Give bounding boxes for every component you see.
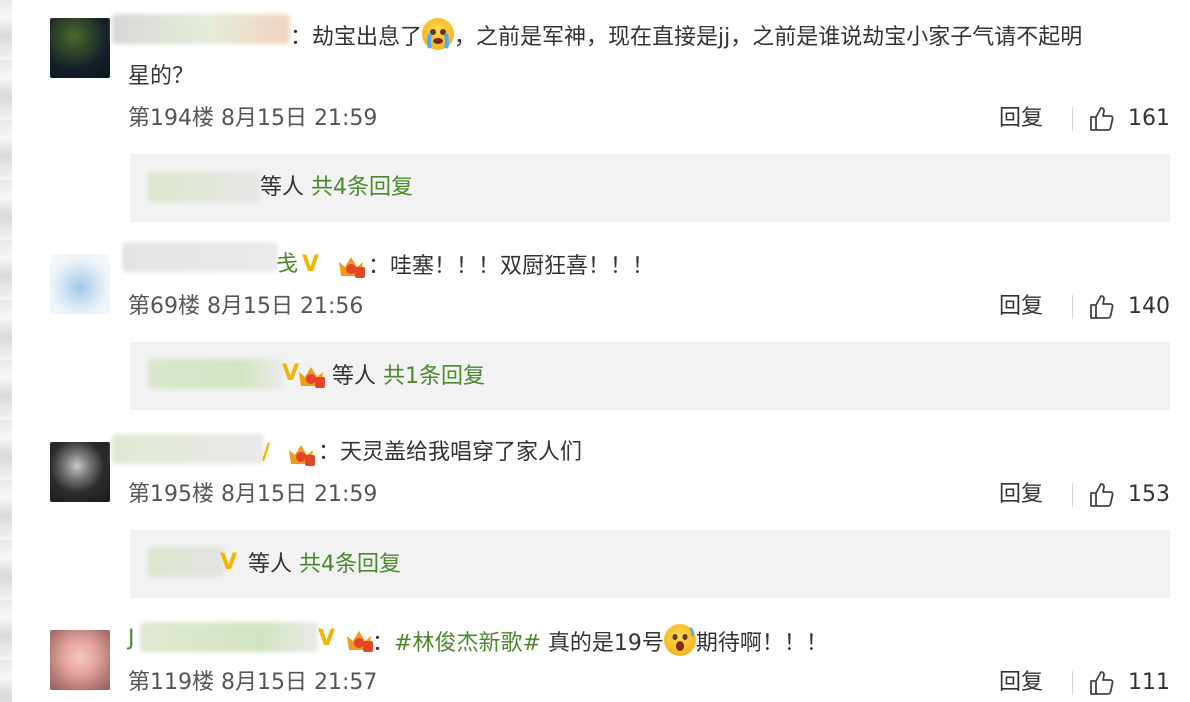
reply-button[interactable]: 回复: [999, 104, 1043, 134]
reply-summary[interactable]: V 等人 共4条回复: [130, 530, 1170, 598]
comment-meta: 第194楼 8月15日 21:59: [128, 104, 377, 134]
view-replies-link[interactable]: 共1条回复: [383, 364, 485, 389]
comment-item: ：劫宝出息了 ，之前是军神，现在直接是jj，之前是谁说劫宝小家子气请不起明 星的…: [0, 0, 1190, 230]
comment-date: 8月15日: [221, 106, 307, 131]
reply-summary-text: 等人 共4条回复: [260, 173, 413, 203]
comment-text-part: 真的是19号: [547, 631, 664, 656]
crown-badge-icon: [347, 631, 373, 652]
divider: [1072, 295, 1073, 319]
comment-text-part: ：劫宝出息了: [290, 25, 423, 50]
comment-colon: ：: [372, 631, 395, 656]
comment-meta: 第119楼 8月15日 21:57: [128, 668, 377, 698]
comment-text: ：哇塞！！！双厨狂喜！！！: [368, 254, 655, 279]
comment-date: 8月15日: [221, 482, 307, 507]
comment-text: ：#林俊杰新歌# 真的是19号 期待啊！！！: [372, 624, 828, 659]
crying-emoji-icon: [422, 18, 455, 50]
comment-time: 21:59: [314, 106, 378, 131]
comment-item: 戋 V ：哇塞！！！双厨狂喜！！！ 第69楼 8月15日 21:56 回复 14…: [0, 230, 1190, 420]
verified-icon: V: [220, 550, 238, 575]
view-replies-link[interactable]: 共4条回复: [299, 552, 401, 577]
comment-date: 8月15日: [221, 670, 307, 695]
verified-icon: /: [262, 440, 271, 465]
replies-who: 等人: [248, 552, 293, 577]
avatar[interactable]: [50, 630, 110, 690]
replier-name-blurred: [148, 547, 224, 577]
comment-date: 8月15日: [207, 294, 293, 319]
crown-badge-icon: [339, 257, 365, 278]
divider: [1072, 483, 1073, 507]
avatar[interactable]: [50, 254, 110, 314]
like-icon[interactable]: [1088, 481, 1116, 509]
like-count: 153: [1128, 482, 1170, 507]
divider: [1072, 107, 1073, 131]
like-count: 161: [1128, 106, 1170, 131]
crown-badge-icon: [299, 367, 325, 388]
replies-who: 等人: [260, 175, 305, 200]
reply-summary[interactable]: 等人 共4条回复: [130, 154, 1170, 222]
username-blurred[interactable]: [140, 622, 318, 652]
comment-time: 21:57: [314, 670, 378, 695]
username-blurred[interactable]: [122, 242, 278, 272]
like-count: 140: [1128, 294, 1170, 319]
like-count: 111: [1128, 670, 1170, 695]
floor-number: 第119楼: [128, 670, 214, 695]
comment-meta: 第195楼 8月15日 21:59: [128, 480, 377, 510]
comment-meta: 第69楼 8月15日 21:56: [128, 292, 363, 322]
reply-button[interactable]: 回复: [999, 480, 1043, 510]
replier-name-blurred: [148, 172, 260, 202]
verified-icon: V: [302, 252, 320, 277]
comment-text: ：劫宝出息了 ，之前是军神，现在直接是jj，之前是谁说劫宝小家子气请不起明: [290, 18, 1082, 53]
comment-time: 21:56: [300, 294, 364, 319]
avatar[interactable]: [50, 442, 110, 502]
reply-button[interactable]: 回复: [999, 668, 1043, 698]
view-replies-link[interactable]: 共4条回复: [311, 175, 413, 200]
username-blurred[interactable]: [112, 14, 290, 44]
like-icon[interactable]: [1088, 105, 1116, 133]
reply-summary-text: 等人 共1条回复: [332, 362, 485, 392]
floor-number: 第194楼: [128, 106, 214, 131]
shocked-emoji-icon: [663, 624, 696, 656]
username-prefix: J: [128, 626, 135, 651]
replies-who: 等人: [332, 364, 377, 389]
comment-item: / ：天灵盖给我唱穿了家人们 第195楼 8月15日 21:59 回复 153 …: [0, 420, 1190, 610]
floor-number: 第195楼: [128, 482, 214, 507]
comment-text-line2: 星的？: [128, 64, 195, 89]
avatar[interactable]: [50, 18, 110, 78]
hashtag-link[interactable]: #林俊杰新歌#: [394, 631, 541, 656]
comment-text: ：天灵盖给我唱穿了家人们: [318, 440, 583, 465]
reply-summary-text: 等人 共4条回复: [248, 550, 401, 580]
like-icon[interactable]: [1088, 669, 1116, 697]
comment-text-part: ，之前是军神，现在直接是jj，之前是谁说劫宝小家子气请不起明: [454, 25, 1083, 50]
reply-summary[interactable]: V 等人 共1条回复: [130, 342, 1170, 410]
divider: [1072, 671, 1073, 695]
comment-text-part: 期待啊！！！: [695, 631, 828, 656]
like-icon[interactable]: [1088, 293, 1116, 321]
verified-icon: V: [318, 626, 336, 651]
comment-time: 21:59: [314, 482, 378, 507]
comment-item: J V ：#林俊杰新歌# 真的是19号 期待啊！！！ 第119楼 8月15日 2…: [0, 610, 1190, 702]
floor-number: 第69楼: [128, 294, 200, 319]
username-blurred[interactable]: [112, 434, 264, 464]
replier-name-blurred: [148, 359, 284, 389]
crown-badge-icon: [289, 445, 315, 466]
reply-button[interactable]: 回复: [999, 292, 1043, 322]
username-suffix: 戋: [276, 252, 299, 277]
